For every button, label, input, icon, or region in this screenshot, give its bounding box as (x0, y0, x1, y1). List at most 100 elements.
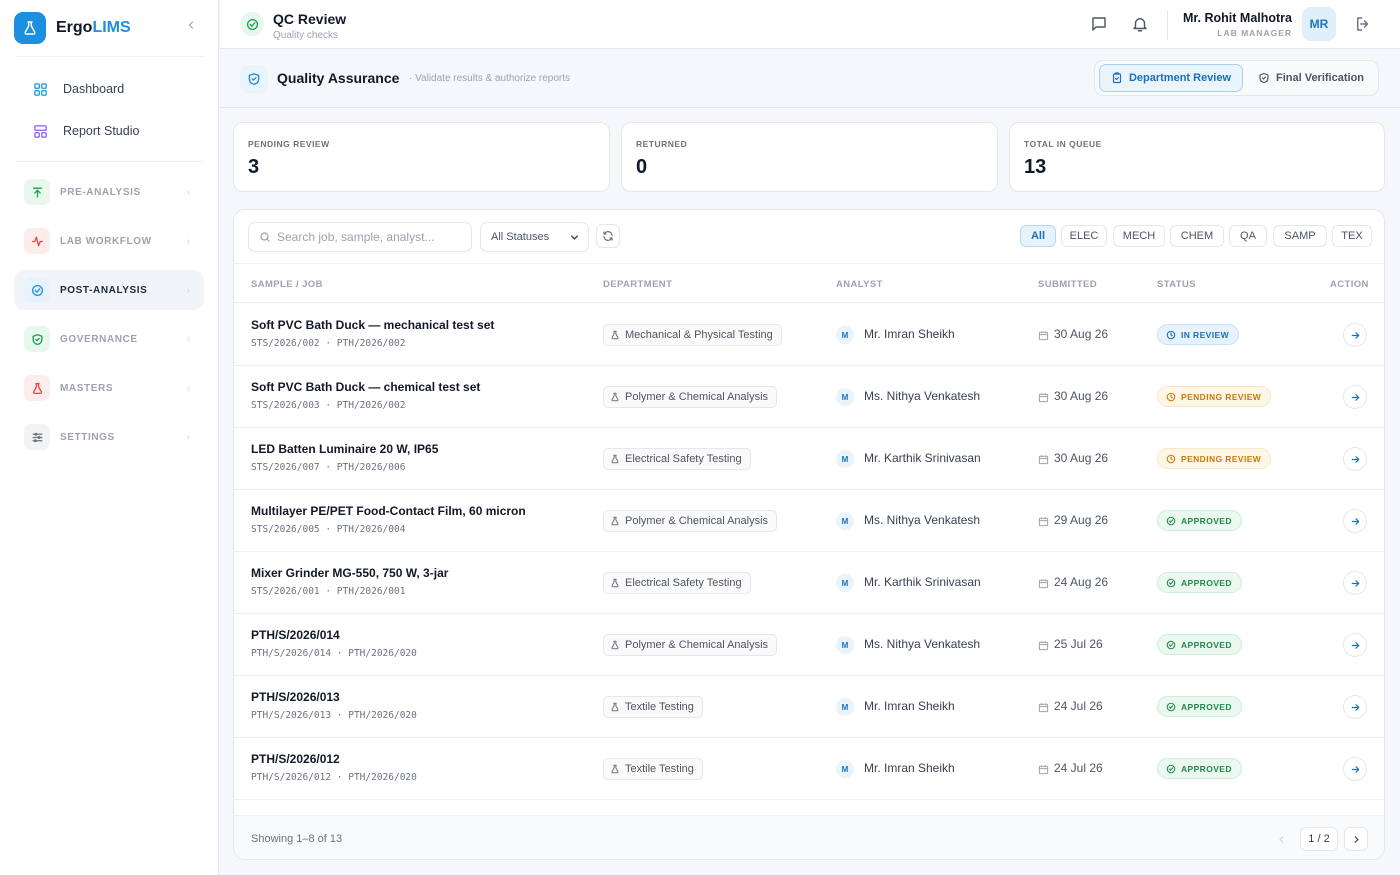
submitted-date: 24 Jul 26 (1054, 699, 1103, 713)
department-name: Mechanical & Physical Testing (625, 329, 773, 341)
status-label: PENDING REVIEW (1181, 391, 1262, 402)
open-row-button[interactable] (1343, 323, 1367, 347)
column-header-sample: SAMPLE / JOB (251, 279, 323, 290)
table-row[interactable]: Multilayer PE/PET Food-Contact Film, 60 … (234, 490, 1384, 552)
clock-icon (1166, 392, 1176, 402)
sidebar-group-masters[interactable]: MASTERS › (14, 368, 204, 408)
status-badge: APPROVED (1157, 634, 1242, 655)
logout-icon[interactable] (1352, 13, 1374, 35)
brand-name-part2: LIMS (92, 19, 131, 36)
search-box[interactable] (248, 222, 472, 252)
status-label: IN REVIEW (1181, 329, 1229, 340)
calendar-icon (1038, 701, 1049, 716)
tab-department-review[interactable]: Department Review (1099, 64, 1243, 92)
sample-name: PTH/S/2026/013 (251, 690, 340, 704)
sample-job-ids: PTH/S/2026/012 · PTH/2026/020 (251, 772, 417, 783)
filter-chip-qa[interactable]: QA (1229, 225, 1267, 247)
sample-name: LED Batten Luminaire 20 W, IP65 (251, 442, 439, 456)
avatar[interactable]: MR (1302, 7, 1336, 41)
stat-label: PENDING REVIEW (248, 139, 330, 149)
open-row-button[interactable] (1343, 509, 1367, 533)
filter-chip-samp[interactable]: SAMP (1273, 225, 1327, 247)
status-badge: APPROVED (1157, 572, 1242, 593)
department-name: Polymer & Chemical Analysis (625, 639, 769, 651)
bell-icon[interactable] (1129, 13, 1151, 35)
open-row-button[interactable] (1343, 633, 1367, 657)
previous-page-button[interactable] (1270, 827, 1292, 851)
flask-icon (610, 764, 620, 774)
sidebar-group-label: GOVERNANCE (60, 333, 138, 345)
analyst-avatar: M (836, 326, 854, 344)
message-icon[interactable] (1088, 13, 1110, 35)
filter-chip-mech[interactable]: MECH (1113, 225, 1165, 247)
flask-icon (610, 330, 620, 340)
chevron-right-icon: › (186, 186, 190, 198)
clipboard-check-icon (1112, 72, 1122, 84)
table-row[interactable]: Soft PVC Bath Duck — mechanical test set… (234, 304, 1384, 366)
brand[interactable]: ErgoLIMS (14, 12, 131, 44)
sidebar-group-settings[interactable]: SETTINGS › (14, 417, 204, 457)
table-row[interactable]: PTH/S/2026/014 PTH/S/2026/014 · PTH/2026/… (234, 614, 1384, 676)
sidebar-link-report-studio[interactable]: Report Studio (14, 112, 204, 150)
open-row-button[interactable] (1343, 385, 1367, 409)
sidebar-group-governance[interactable]: GOVERNANCE › (14, 319, 204, 359)
next-page-button[interactable] (1344, 827, 1368, 851)
check-circle-icon (1166, 578, 1176, 588)
table-row[interactable]: PTH/S/2026/013 PTH/S/2026/013 · PTH/2026/… (234, 676, 1384, 738)
table-row[interactable]: LED Batten Luminaire 20 W, IP65 STS/2026/… (234, 428, 1384, 490)
user-name: Mr. Rohit Malhotra (1182, 11, 1292, 25)
submitted-date: 24 Aug 26 (1054, 575, 1109, 589)
page-title: QC Review (273, 11, 347, 27)
flask-icon (610, 578, 620, 588)
chevron-right-icon: › (186, 235, 190, 247)
open-row-button[interactable] (1343, 447, 1367, 471)
department-name: Electrical Safety Testing (625, 453, 742, 465)
department-badge: Mechanical & Physical Testing (603, 324, 782, 346)
calendar-icon (1038, 329, 1049, 344)
sample-name: Soft PVC Bath Duck — chemical test set (251, 380, 481, 394)
sliders-icon (24, 424, 50, 450)
open-row-button[interactable] (1343, 571, 1367, 595)
stat-card-pending-review: PENDING REVIEW 3 (233, 122, 610, 192)
calendar-icon (1038, 577, 1049, 592)
open-row-button[interactable] (1343, 757, 1367, 781)
brand-name-part1: Ergo (56, 19, 93, 36)
filter-chip-elec[interactable]: ELEC (1061, 225, 1107, 247)
topbar: QC Review Quality checks Mr. Rohit Malho… (220, 0, 1400, 49)
page-subtitle: Quality checks (273, 30, 339, 41)
activity-icon (24, 228, 50, 254)
check-circle-icon (240, 12, 264, 36)
search-input[interactable] (277, 223, 467, 251)
status-label: PENDING REVIEW (1181, 453, 1262, 464)
table-row[interactable]: PTH/S/2026/012 PTH/S/2026/012 · PTH/2026/… (234, 738, 1384, 800)
sample-job-ids: STS/2026/005 · PTH/2026/004 (251, 524, 406, 535)
section-title: Quality Assurance (277, 70, 400, 86)
sidebar-link-label: Report Studio (63, 124, 140, 138)
sidebar-group-lab-workflow[interactable]: LAB WORKFLOW › (14, 221, 204, 261)
filter-chip-chem[interactable]: CHEM (1170, 225, 1224, 247)
column-header-department: DEPARTMENT (603, 279, 673, 290)
open-row-button[interactable] (1343, 695, 1367, 719)
sidebar-link-dashboard[interactable]: Dashboard (14, 70, 204, 108)
department-badge: Polymer & Chemical Analysis (603, 634, 778, 656)
analyst-avatar: M (836, 636, 854, 654)
status-select[interactable]: All Statuses (480, 222, 589, 252)
sidebar-group-pre-analysis[interactable]: PRE-ANALYSIS › (14, 172, 204, 212)
tab-final-verification[interactable]: Final Verification (1247, 64, 1375, 92)
chevron-right-icon: › (186, 431, 190, 443)
refresh-button[interactable] (596, 224, 620, 248)
submitted-date: 29 Aug 26 (1054, 513, 1109, 527)
collapse-sidebar-icon[interactable] (185, 18, 197, 34)
user-role: LAB MANAGER (1217, 28, 1292, 38)
table-row[interactable]: Mixer Grinder MG-550, 750 W, 3-jar STS/20… (234, 552, 1384, 614)
filter-chip-tex[interactable]: TEX (1332, 225, 1372, 247)
tab-label: Department Review (1128, 72, 1232, 84)
department-name: Textile Testing (625, 701, 694, 713)
flask-icon (610, 392, 620, 402)
sidebar-group-post-analysis[interactable]: POST-ANALYSIS › (14, 270, 204, 310)
calendar-icon (1038, 391, 1049, 406)
filter-chip-all[interactable]: All (1020, 225, 1056, 247)
stat-value: 0 (636, 156, 648, 178)
column-header-analyst: ANALYST (836, 279, 883, 290)
table-row[interactable]: Soft PVC Bath Duck — chemical test set ST… (234, 366, 1384, 428)
